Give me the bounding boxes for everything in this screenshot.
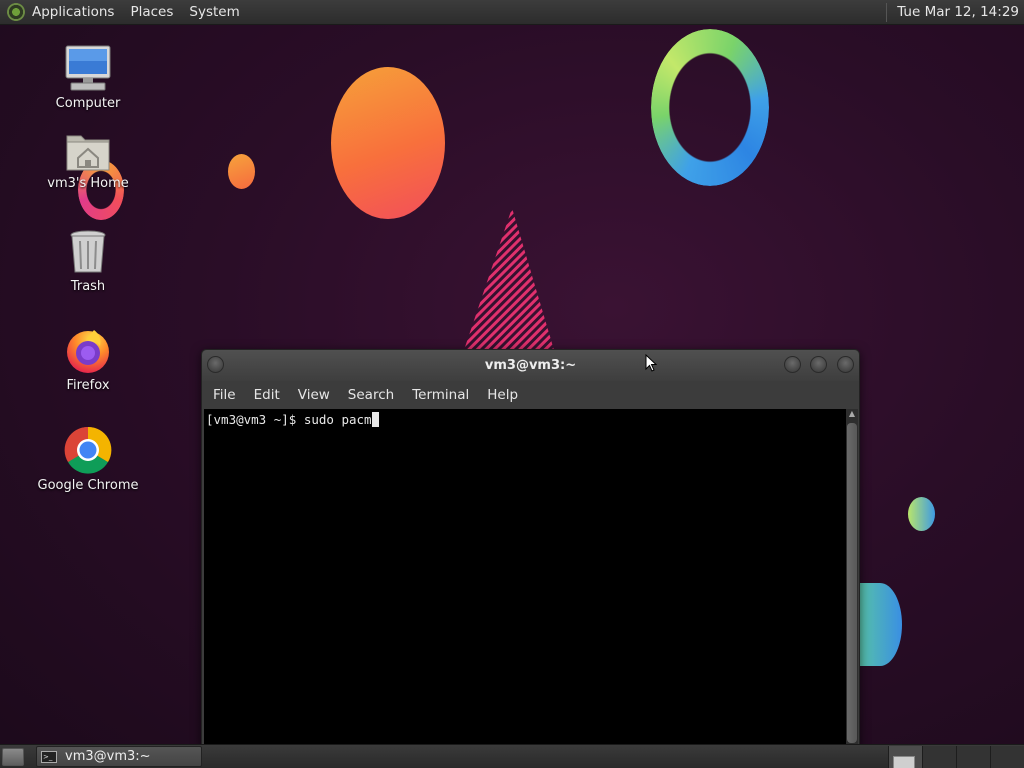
desktop-icon-firefox[interactable]: Firefox bbox=[33, 326, 143, 394]
trash-icon bbox=[70, 230, 106, 273]
menu-terminal[interactable]: Terminal bbox=[403, 387, 478, 403]
workspace-1[interactable] bbox=[888, 745, 922, 768]
desktop-icon-trash[interactable]: Trash bbox=[33, 229, 143, 295]
menu-system[interactable]: System bbox=[181, 4, 247, 20]
wallpaper-small-oval bbox=[228, 154, 255, 189]
terminal-menubar: File Edit View Search Terminal Help bbox=[202, 381, 859, 409]
maximize-button[interactable] bbox=[810, 356, 827, 373]
terminal-icon: >_ bbox=[41, 750, 57, 763]
wallpaper-green-oval bbox=[908, 497, 935, 531]
wallpaper-gradient-ring bbox=[651, 29, 769, 186]
menu-help[interactable]: Help bbox=[478, 387, 527, 403]
minimize-button[interactable] bbox=[784, 356, 801, 373]
terminal-scrollbar[interactable]: ▲ bbox=[846, 409, 858, 747]
desktop-icon-label: Trash bbox=[70, 279, 106, 294]
taskbar-window-label: vm3@vm3:~ bbox=[65, 749, 151, 764]
menu-view[interactable]: View bbox=[289, 387, 339, 403]
desktop-icon-label: Google Chrome bbox=[37, 478, 139, 493]
panel-separator bbox=[886, 2, 888, 22]
taskbar-window-button[interactable]: >_ vm3@vm3:~ bbox=[36, 746, 202, 767]
menu-applications[interactable]: Applications bbox=[31, 4, 122, 20]
chrome-icon bbox=[64, 426, 112, 474]
desktop-icon-label: vm3's Home bbox=[47, 176, 129, 191]
scroll-thumb[interactable] bbox=[847, 423, 857, 743]
home-folder-icon bbox=[66, 135, 110, 171]
window-menu-button[interactable] bbox=[207, 356, 224, 373]
menu-search[interactable]: Search bbox=[339, 387, 403, 403]
menu-file[interactable]: File bbox=[204, 387, 245, 403]
scroll-up-arrow-icon[interactable]: ▲ bbox=[846, 409, 858, 419]
workspace-switcher bbox=[888, 745, 1024, 768]
terminal-window[interactable]: vm3@vm3:~ File Edit View Search Terminal… bbox=[201, 349, 860, 748]
terminal-titlebar[interactable]: vm3@vm3:~ bbox=[202, 350, 859, 381]
terminal-output[interactable]: [vm3@vm3 ~]$ sudo pacm bbox=[204, 409, 847, 747]
computer-icon bbox=[65, 45, 111, 91]
menu-edit[interactable]: Edit bbox=[245, 387, 289, 403]
bottom-panel: >_ vm3@vm3:~ bbox=[0, 744, 1024, 768]
desktop-icon-label: Firefox bbox=[66, 378, 110, 393]
window-title: vm3@vm3:~ bbox=[484, 358, 577, 373]
show-desktop-icon[interactable] bbox=[2, 747, 24, 766]
close-button[interactable] bbox=[837, 356, 854, 373]
desktop-icon-home[interactable]: vm3's Home bbox=[33, 128, 143, 192]
wallpaper-orange-oval bbox=[331, 67, 445, 219]
clock[interactable]: Tue Mar 12, 14:29 bbox=[897, 4, 1024, 20]
typed-command: sudo pacm bbox=[303, 412, 372, 427]
wallpaper-striped-triangle bbox=[464, 208, 554, 350]
text-cursor bbox=[371, 412, 379, 427]
mouse-pointer-icon bbox=[645, 354, 657, 372]
firefox-icon bbox=[67, 330, 109, 373]
shell-prompt: [vm3@vm3 ~]$ bbox=[206, 412, 304, 427]
workspace-4[interactable] bbox=[990, 745, 1024, 768]
mate-logo-icon[interactable] bbox=[7, 3, 25, 21]
workspace-3[interactable] bbox=[956, 745, 990, 768]
top-panel: Applications Places System Tue Mar 12, 1… bbox=[0, 0, 1024, 25]
desktop-icon-computer[interactable]: Computer bbox=[33, 44, 143, 112]
menu-places[interactable]: Places bbox=[122, 4, 181, 20]
workspace-2[interactable] bbox=[922, 745, 956, 768]
desktop-icon-chrome[interactable]: Google Chrome bbox=[33, 426, 143, 494]
wallpaper-blue-half-oval bbox=[858, 583, 902, 666]
desktop-icon-label: Computer bbox=[55, 96, 121, 111]
